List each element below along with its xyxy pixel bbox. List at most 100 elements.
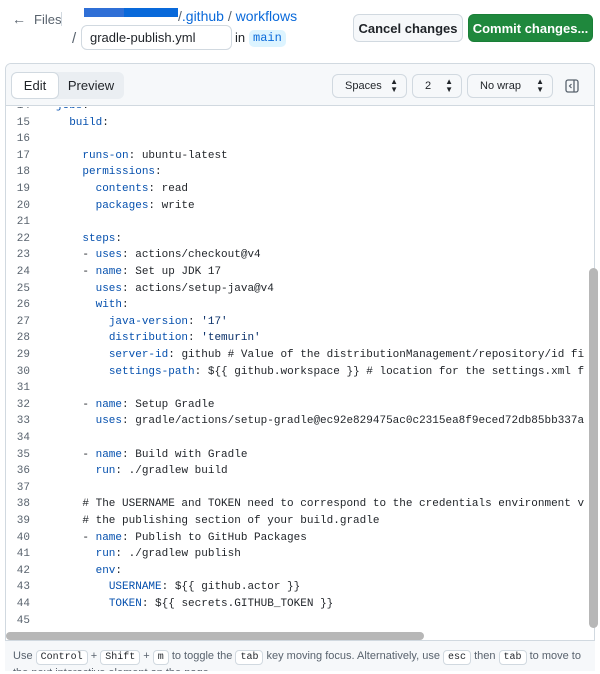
code-line: 29 server-id: github # Value of the dist…: [6, 347, 584, 364]
line-number: 39: [16, 515, 30, 527]
sidebar-toggle-icon[interactable]: [561, 75, 583, 97]
code-line: 20 packages: write: [6, 198, 584, 215]
line-number: 27: [16, 315, 30, 328]
indent-mode-value: Spaces: [345, 80, 382, 92]
vertical-scrollbar[interactable]: [589, 268, 598, 628]
select-caret-icon: ▲ ▼: [445, 77, 453, 94]
kbd-tab: tab: [498, 650, 527, 665]
code-text: java-version: '17': [108, 315, 228, 328]
kbd-tab: tab: [235, 650, 264, 665]
breadcrumb-separator: /: [227, 8, 232, 24]
line-number: 22: [16, 232, 30, 245]
code-line: 26 with:: [6, 297, 584, 314]
kbd-shift: Shift: [100, 650, 141, 665]
cancel-changes-button[interactable]: Cancel changes: [353, 14, 463, 42]
code-line: 30 settings-path: ${{ github.workspace }…: [6, 364, 584, 381]
code-line: 32 - name: Setup Gradle: [6, 397, 584, 414]
code-text: - name: Setup Gradle: [56, 398, 215, 411]
code-line: 18 permissions:: [6, 164, 584, 181]
line-number: 37: [16, 481, 30, 494]
line-number: 41: [16, 548, 30, 561]
filename-input[interactable]: [81, 25, 232, 50]
code-text: run: ./gradlew build: [95, 465, 228, 478]
line-number: 20: [16, 199, 30, 212]
code-text: permissions:: [82, 166, 162, 179]
code-line: 39 # the publishing section of your buil…: [6, 513, 584, 530]
code-line: 23 - uses: actions/checkout@v4: [6, 247, 584, 264]
indent-size-value: 2: [425, 80, 432, 92]
code-line: 16: [6, 131, 584, 148]
line-number: 26: [16, 299, 30, 312]
code-line: 33 uses: gradle/actions/setup-gradle@ec9…: [6, 413, 584, 430]
wrap-mode-select[interactable]: No wrap ▲ ▼: [467, 74, 553, 98]
editor-toolbar: Edit Preview Spaces ▲ ▼ 2 ▲ ▼ No wrap ▲ ▼: [6, 64, 594, 106]
code-text: runs-on: ubuntu-latest: [82, 149, 228, 162]
line-number: 17: [16, 149, 30, 162]
tab-preview[interactable]: Preview: [59, 72, 123, 99]
code-line: 34: [6, 430, 584, 447]
line-number: 45: [16, 614, 30, 627]
line-number: 38: [16, 498, 30, 511]
code-text: - name: Build with Gradle: [56, 448, 248, 461]
line-number: 35: [16, 448, 30, 461]
code-text: with:: [95, 299, 129, 312]
code-line: 37: [6, 480, 584, 497]
code-text: server-id: github # Value of the distrib…: [108, 349, 584, 361]
line-number: 15: [16, 116, 30, 129]
horizontal-scrollbar[interactable]: [6, 632, 424, 640]
edit-preview-tabs: Edit Preview: [11, 72, 124, 99]
indent-size-select[interactable]: 2 ▲ ▼: [412, 74, 462, 98]
code-text: jobs:: [56, 107, 89, 115]
line-number: 43: [16, 581, 30, 594]
kbd-m: m: [152, 650, 169, 665]
code-text: packages: write: [95, 199, 195, 212]
line-number: 28: [16, 332, 30, 345]
line-number: 32: [16, 398, 30, 411]
code-line: 15 build:: [6, 115, 584, 132]
tab-edit[interactable]: Edit: [11, 72, 59, 99]
code-text: USERNAME: ${{ github.actor }}: [108, 581, 301, 594]
code-line: 36 run: ./gradlew build: [6, 463, 584, 480]
code-line: 40 - name: Publish to GitHub Packages: [6, 530, 584, 547]
code-line: 38 # The USERNAME and TOKEN need to corr…: [6, 496, 584, 513]
breadcrumb-workflows[interactable]: workflows: [236, 8, 297, 24]
code-text: - name: Set up JDK 17: [56, 266, 222, 278]
code-text: env:: [95, 564, 123, 577]
hint-text: Use: [13, 650, 36, 662]
kbd-esc: esc: [443, 650, 472, 665]
line-number: 21: [16, 216, 30, 229]
code-text: # the publishing section of your build.g…: [56, 515, 380, 527]
line-number: 42: [16, 564, 30, 577]
divider: [61, 12, 62, 26]
code-line: 24 - name: Set up JDK 17: [6, 264, 584, 281]
code-line: 27 java-version: '17': [6, 314, 584, 331]
hint-text: +: [140, 650, 153, 662]
commit-changes-button[interactable]: Commit changes...: [468, 14, 593, 42]
line-number: 30: [16, 365, 30, 378]
code-text: contents: read: [95, 183, 189, 195]
in-label: in: [235, 30, 246, 45]
code-text: steps:: [82, 232, 123, 245]
hint-text: key moving focus. Alternatively, use: [263, 650, 443, 662]
line-number: 40: [16, 531, 30, 544]
files-back-link[interactable]: ← Files: [12, 10, 61, 28]
breadcrumb-github[interactable]: .github: [182, 8, 224, 24]
redacted-owner-shade: [84, 8, 124, 17]
code-text: build:: [69, 116, 109, 129]
code-text: # The USERNAME and TOKEN need to corresp…: [56, 498, 584, 511]
code-line: 19 contents: read: [6, 181, 584, 198]
indent-mode-select[interactable]: Spaces ▲ ▼: [332, 74, 407, 98]
arrow-left-icon: ←: [12, 11, 26, 27]
code-text: - uses: actions/checkout@v4: [56, 249, 261, 262]
branch-badge: main: [249, 30, 286, 47]
line-number: 14: [6, 107, 30, 115]
code-line: 22 steps:: [6, 231, 584, 248]
line-number: 25: [16, 282, 30, 295]
line-number: 16: [16, 133, 30, 146]
code-text: distribution: 'temurin': [108, 332, 261, 345]
code-editor[interactable]: 14jobs:15 build:1617 runs-on: ubuntu-lat…: [6, 107, 584, 631]
kbd-control: Control: [35, 650, 88, 665]
code-line: 21: [6, 214, 584, 231]
code-text: run: ./gradlew publish: [95, 548, 241, 561]
hint-text: +: [87, 650, 101, 662]
